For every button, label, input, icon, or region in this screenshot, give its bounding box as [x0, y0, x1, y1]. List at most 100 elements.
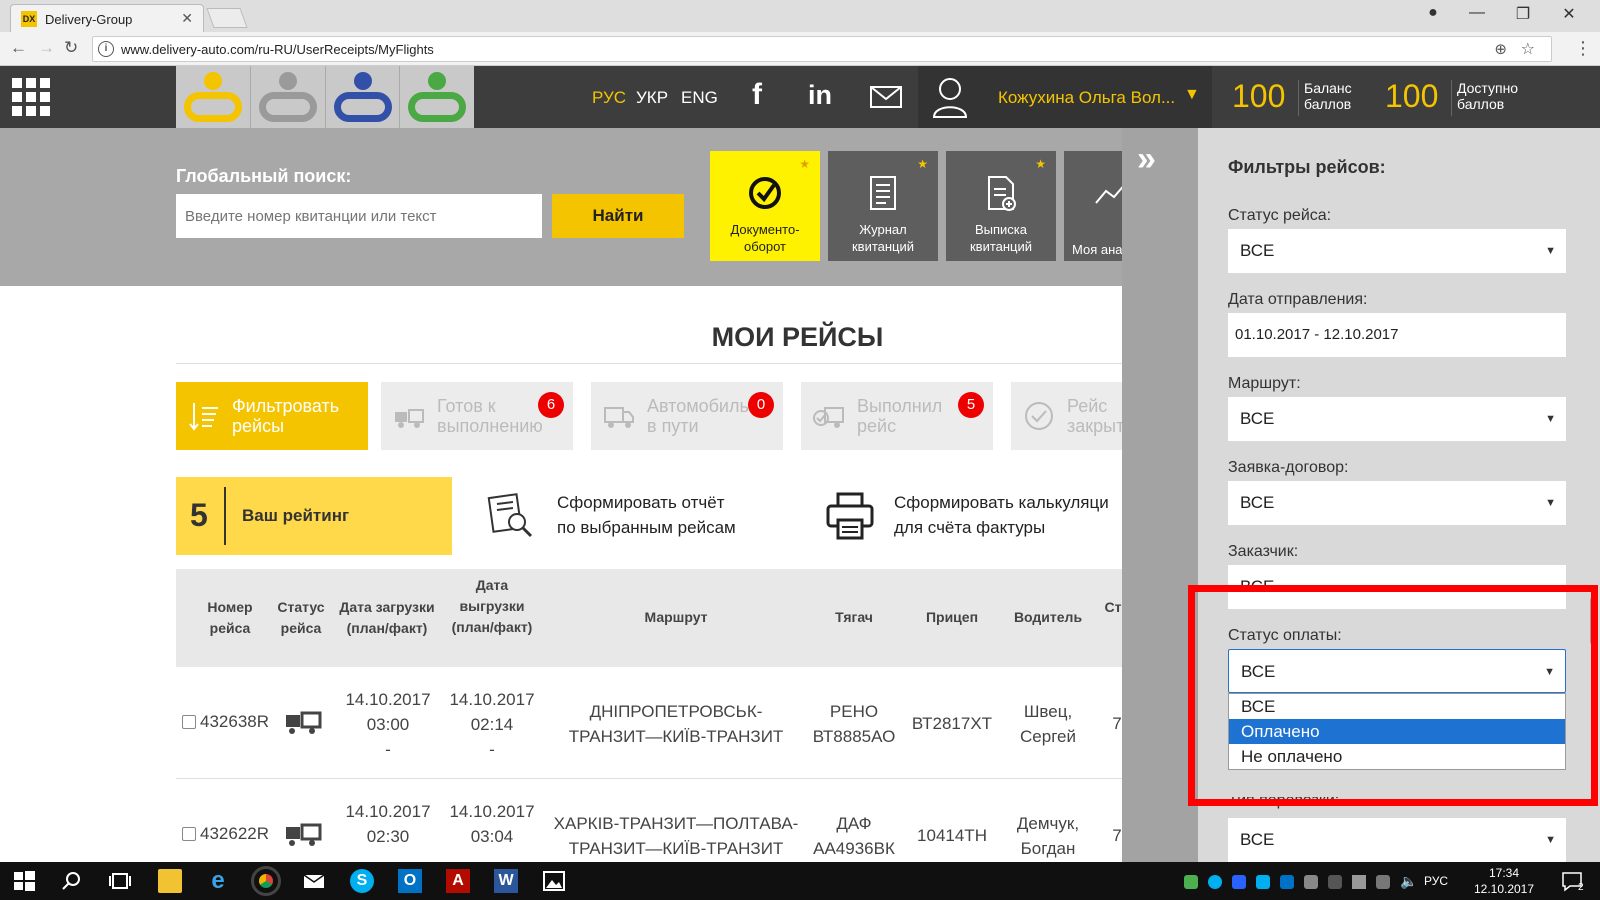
dropdown-caret-icon: ▼ [1545, 245, 1556, 257]
flight-number: 432622R [200, 824, 270, 843]
date-range-field[interactable]: 01.10.2017 - 12.10.2017 [1228, 313, 1566, 357]
input-language[interactable]: РУС [1424, 874, 1448, 888]
global-search-input[interactable] [176, 194, 542, 238]
skype-icon[interactable]: S [350, 869, 374, 893]
col-status[interactable]: Статус рейса [272, 597, 330, 639]
build-report-link[interactable]: Сформировать отчёт по выбранным рейсам [557, 490, 736, 540]
user-menu[interactable]: Кожухина Ольга Вол... ▼ [918, 66, 1212, 128]
chrome-icon[interactable] [251, 866, 281, 896]
mail-icon[interactable] [870, 86, 902, 108]
maximize-button[interactable]: ❐ [1508, 4, 1538, 24]
battery-icon[interactable] [1352, 875, 1366, 889]
linkedin-icon[interactable]: in [808, 80, 832, 111]
checkmark-circle-icon [749, 177, 781, 209]
status-select[interactable]: ВСЕ ▼ [1228, 229, 1566, 273]
col-unload-date[interactable]: Дата выгрузки (план/факт) [446, 575, 538, 638]
date-label: Дата отправления: [1228, 291, 1368, 308]
col-load-date[interactable]: Дата загрузки (план/факт) [334, 597, 440, 639]
close-window-button[interactable]: ✕ [1554, 4, 1584, 24]
document-flow-tile[interactable]: ★ Документо-оборот [710, 151, 820, 261]
site-favicon-icon: DX [21, 11, 37, 27]
table-row[interactable]: 432638R 14.10.2017 03:00- 14.10.2017 02:14… [176, 667, 1122, 779]
back-arrow-icon[interactable]: ← [10, 38, 27, 58]
browser-tab[interactable]: DX Delivery-Group ✕ [10, 4, 204, 32]
printer-icon[interactable] [824, 490, 876, 542]
internet-explorer-icon[interactable]: e [206, 869, 230, 893]
col-number[interactable]: Номер рейса [194, 597, 266, 639]
zoom-icon[interactable]: ⊕ [1494, 40, 1507, 58]
col-tractor[interactable]: Тягач [804, 607, 904, 628]
tray-app-icon[interactable] [1304, 875, 1318, 889]
panel-toggle-strip [1122, 128, 1198, 862]
filter-ready-button[interactable]: Готов к выполнению 6 [381, 382, 573, 450]
tab-close-icon[interactable]: ✕ [181, 10, 193, 27]
lang-en-link[interactable]: ENG [681, 88, 718, 108]
new-tab-button[interactable] [206, 8, 248, 28]
filter-in-transit-button[interactable]: Автомобиль в пути 0 [591, 382, 783, 450]
col-trailer[interactable]: Прицеп [906, 607, 998, 628]
unload-date: 14.10.2017 03:04 [449, 802, 535, 846]
collapse-panel-icon[interactable]: » [1137, 140, 1156, 179]
col-driver[interactable]: Водитель [1000, 607, 1096, 628]
clipboard-list-icon [870, 176, 896, 210]
receipt-journal-tile[interactable]: ★ Журнал квитанций [828, 151, 938, 261]
document-add-icon [988, 176, 1016, 211]
tray-skype-icon[interactable] [1208, 875, 1222, 889]
filter-closed-button[interactable]: Рейс закрыт [1011, 382, 1122, 450]
truck-icon [604, 407, 634, 428]
route: ДНІПРОПЕТРОВСЬК- ТРАНЗИТ—КИЇВ-ТРАНЗИТ [568, 702, 784, 746]
extra-value: 7 [1112, 714, 1122, 733]
build-calculation-link[interactable]: Сформировать калькуляци для счёта фактуры [894, 490, 1122, 540]
row-checkbox[interactable] [182, 827, 196, 841]
col-route[interactable]: Маршрут [556, 607, 796, 628]
filter-label: Фильтровать [232, 396, 340, 416]
col-extra[interactable]: Ст [1104, 597, 1122, 618]
company-logo[interactable] [176, 66, 474, 128]
facebook-icon[interactable]: f [752, 78, 762, 112]
route-select[interactable]: ВСЕ ▼ [1228, 397, 1566, 441]
photos-icon[interactable] [542, 869, 566, 893]
word-icon[interactable]: W [494, 869, 518, 893]
transport-type-select[interactable]: ВСЕ ▼ [1228, 818, 1566, 862]
filter-completed-button[interactable]: Выполнил рейс 5 [801, 382, 993, 450]
windows-start-icon[interactable] [12, 869, 36, 893]
search-icon[interactable] [60, 869, 84, 893]
reload-icon[interactable]: ↻ [64, 38, 78, 58]
bookmark-star-icon[interactable]: ☆ [1521, 39, 1535, 59]
report-gear-icon[interactable] [485, 490, 537, 542]
browser-menu-icon[interactable]: ⋮ [1574, 38, 1592, 59]
row-checkbox[interactable] [182, 715, 196, 729]
task-view-icon[interactable] [108, 869, 132, 893]
tray-app-icon[interactable] [1256, 875, 1270, 889]
acrobat-icon[interactable]: A [446, 869, 470, 893]
search-button[interactable]: Найти [552, 194, 684, 238]
receipt-statement-tile[interactable]: ★ Выписка квитанций [946, 151, 1056, 261]
contract-select[interactable]: ВСЕ ▼ [1228, 481, 1566, 525]
count-badge: 5 [958, 392, 984, 418]
lang-ua-link[interactable]: УКР [636, 88, 668, 108]
filter-flights-button[interactable]: Фильтровать рейсы [176, 382, 368, 450]
browser-address-bar: ← → ↻ i www.delivery-auto.com/ru-RU/User… [0, 32, 1600, 66]
site-header: РУС УКР ENG f in Кожухина Ольга Вол... ▼… [0, 66, 1600, 128]
file-explorer-icon[interactable] [158, 869, 182, 893]
outlook-icon[interactable]: O [398, 869, 422, 893]
network-icon[interactable] [1376, 875, 1390, 889]
tray-outlook-icon[interactable] [1280, 875, 1294, 889]
apps-grid-icon[interactable] [12, 78, 50, 116]
profile-icon[interactable]: ● [1418, 4, 1448, 22]
volume-icon[interactable]: 🔈 [1400, 873, 1417, 890]
my-analytics-tile[interactable]: Моя ана [1064, 151, 1122, 261]
tray-app-icon[interactable] [1328, 875, 1342, 889]
tray-app-icon[interactable] [1232, 875, 1246, 889]
user-dropdown-caret-icon[interactable]: ▼ [1184, 86, 1200, 104]
minimize-button[interactable]: — [1462, 4, 1492, 22]
forward-arrow-icon[interactable]: → [38, 38, 55, 58]
url-field[interactable]: i www.delivery-auto.com/ru-RU/UserReceip… [92, 36, 1552, 62]
lang-ru-link[interactable]: РУС [592, 88, 626, 108]
tray-app-icon[interactable] [1184, 875, 1198, 889]
clock[interactable]: 17:34 12.10.2017 [1472, 865, 1536, 897]
info-icon[interactable]: i [98, 41, 114, 57]
driver: Демчук, Богдан [1016, 814, 1080, 858]
divider [176, 363, 1122, 364]
mail-app-icon[interactable] [302, 869, 326, 893]
